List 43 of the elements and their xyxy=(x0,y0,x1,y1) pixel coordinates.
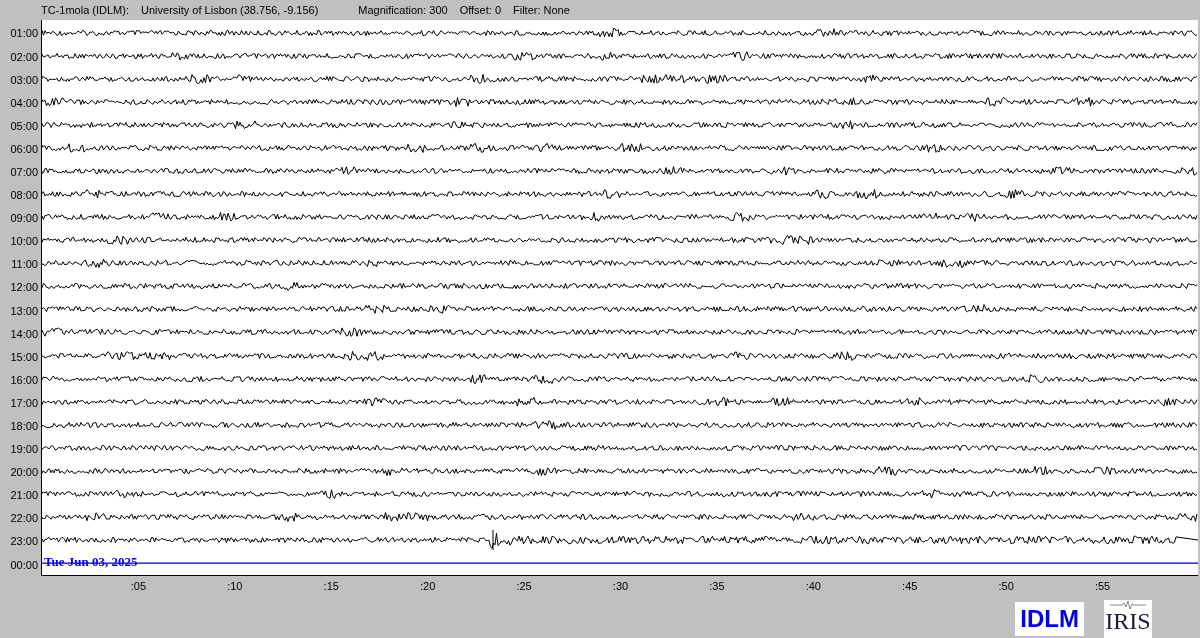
minute-tick-label: :10 xyxy=(227,580,243,593)
minute-tick-label: :45 xyxy=(902,580,918,593)
logo-text: IRIS xyxy=(1105,610,1151,632)
waveform-icon xyxy=(1108,600,1148,610)
minute-tick-label: :50 xyxy=(998,580,1014,593)
minute-tick-label: :20 xyxy=(420,580,436,593)
hour-label: 23:00 xyxy=(9,534,39,550)
hour-label: 07:00 xyxy=(9,165,39,180)
hour-label: 20:00 xyxy=(9,465,39,481)
station-location: University of Lisbon (38.756, -9.156) xyxy=(141,3,319,16)
hour-label: 02:00 xyxy=(9,49,39,65)
minute-tick-label: :30 xyxy=(612,580,629,593)
station-name: TC-1mola (IDLM): xyxy=(41,3,129,16)
offset-text: Offset: 0 xyxy=(459,3,501,16)
hour-label: 12:00 xyxy=(9,280,39,296)
hour-label: 13:00 xyxy=(9,303,39,319)
minute-tick-label: :05 xyxy=(130,580,147,593)
magnification-text: Magnification: 300 xyxy=(358,3,448,16)
minute-tick-label: :40 xyxy=(805,580,821,593)
filter-text: Filter: None xyxy=(513,3,570,16)
station-logo: IDLM xyxy=(1015,602,1084,636)
minute-tick-label: :55 xyxy=(1094,580,1111,593)
hour-label: 22:00 xyxy=(9,511,39,527)
minute-tick-label: :35 xyxy=(709,580,725,593)
minute-tick-label: :15 xyxy=(323,580,339,593)
hour-label: 08:00 xyxy=(9,188,39,204)
hour-label: 19:00 xyxy=(9,442,39,458)
minute-tick-label: :25 xyxy=(516,580,532,593)
hour-label: 16:00 xyxy=(9,372,39,388)
hour-label: 14:00 xyxy=(9,326,39,342)
hour-label: 05:00 xyxy=(9,118,39,134)
hour-label: 00:00 xyxy=(9,557,39,573)
hour-label: 21:00 xyxy=(9,488,39,504)
hour-label: 06:00 xyxy=(9,141,39,157)
hour-label: 01:00 xyxy=(9,26,39,42)
hour-label: 11:00 xyxy=(10,257,39,273)
hour-label: 04:00 xyxy=(9,95,39,111)
hour-label: 03:00 xyxy=(9,72,39,88)
hour-label: 17:00 xyxy=(9,395,39,411)
hour-label: 10:00 xyxy=(9,234,39,250)
hour-label: 18:00 xyxy=(9,419,39,434)
hour-label: 15:00 xyxy=(9,349,39,365)
hour-label: 09:00 xyxy=(9,211,39,227)
